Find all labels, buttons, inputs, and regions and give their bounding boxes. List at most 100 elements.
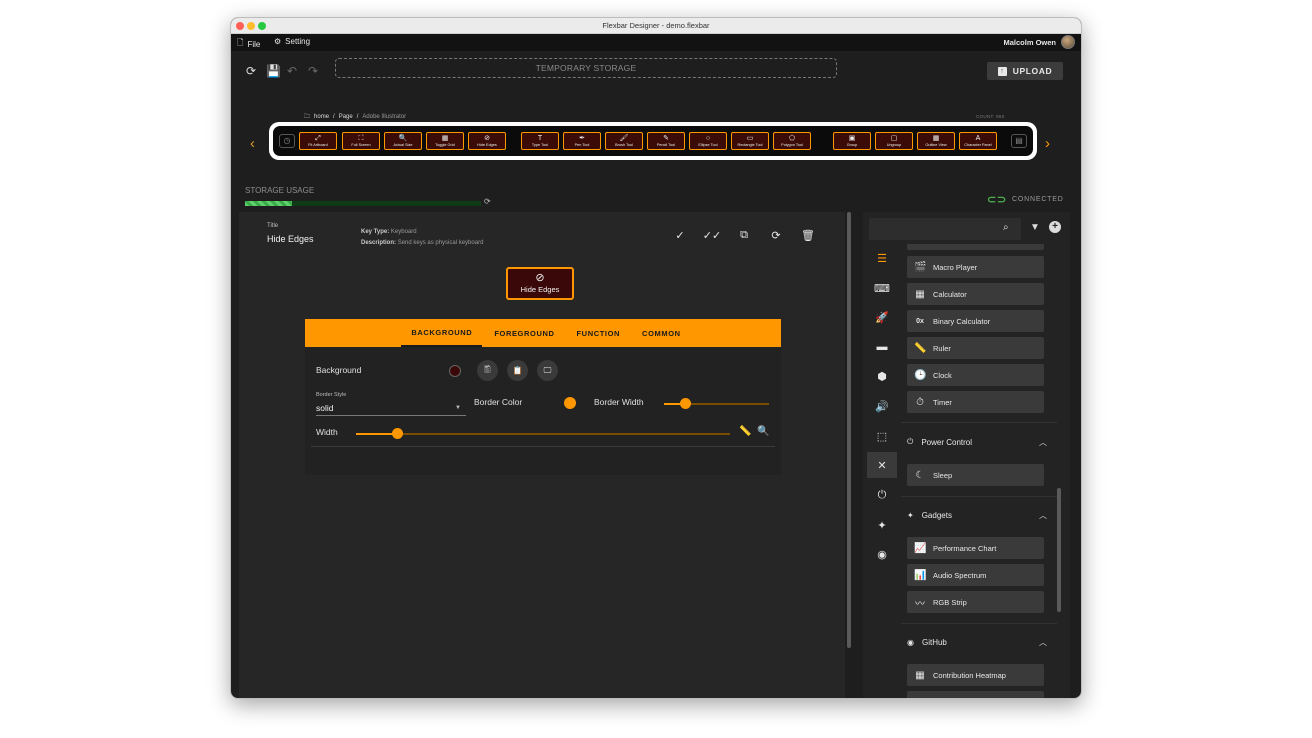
strip-key[interactable]: 🔍 Actual Size — [384, 132, 422, 150]
menu-setting[interactable]: ⚙ Setting — [274, 37, 310, 46]
select-underline — [316, 415, 466, 416]
strip-key[interactable]: T Type Tool — [521, 132, 559, 150]
strip-key[interactable]: 🖌 Brush Tool — [605, 132, 643, 150]
border-width-slider[interactable] — [680, 398, 691, 409]
tab-function[interactable]: FUNCTION — [567, 319, 631, 347]
filter-icon[interactable]: ▼ — [1030, 222, 1040, 233]
strip-key[interactable]: ▦ Outline View — [917, 132, 955, 150]
key-icon: ▣ — [848, 135, 856, 142]
page-key[interactable]: ▤ — [1011, 134, 1027, 148]
save-icon[interactable]: 💾 — [266, 64, 281, 78]
widget-rgb-strip[interactable]: 〰 RGB Strip — [907, 591, 1044, 613]
back-key[interactable]: ◷ — [279, 134, 295, 148]
widget-sleep[interactable]: ☾ Sleep — [907, 464, 1044, 486]
tab-foreground[interactable]: FOREGROUND — [484, 319, 564, 347]
group-power-control[interactable]: ⏻ Power Control ︿ — [907, 433, 1047, 451]
category-tools-icon[interactable]: ✕ — [867, 452, 897, 478]
widget-ruler[interactable]: 📏 Ruler — [907, 337, 1044, 359]
widget-macro-player[interactable]: 🎬 Macro Player — [907, 256, 1044, 278]
background-color-picker[interactable] — [449, 365, 461, 377]
widget-timer[interactable]: ⏱ Timer — [907, 391, 1044, 413]
chevron-down-icon[interactable]: ▼ — [455, 405, 461, 411]
strip-key[interactable]: ✒ Pen Tool — [563, 132, 601, 150]
strip-key[interactable]: ⊘ Hide Edges — [468, 132, 506, 150]
reset-icon[interactable]: ⟳ — [765, 224, 787, 246]
key-preview-label: Hide Edges — [520, 285, 560, 294]
strip-key[interactable]: A Character Panel — [959, 132, 997, 150]
widget-partial — [907, 691, 1044, 698]
chevron-up-icon[interactable]: ︿ — [1039, 437, 1047, 448]
category-launch-icon[interactable]: 🚀 — [867, 304, 897, 330]
strip-key[interactable]: ▭ Rectangle Tool — [731, 132, 769, 150]
strip-key[interactable]: ⤢ Fit Artboard — [299, 132, 337, 150]
refresh-icon[interactable]: ⟳ — [246, 64, 256, 78]
widget-binary-calculator[interactable]: 0x Binary Calculator — [907, 310, 1044, 332]
add-icon[interactable]: + — [1049, 221, 1061, 233]
key-icon: ⛶ — [358, 135, 364, 142]
strip-key[interactable]: ⬠ Polygon Tool — [773, 132, 811, 150]
chevron-up-icon[interactable]: ︿ — [1039, 510, 1047, 521]
widget-contribution-heatmap[interactable]: ▦ Contribution Heatmap — [907, 664, 1044, 686]
search-icon[interactable]: ⌕ — [1003, 222, 1009, 233]
copy-icon[interactable]: ⧉ — [733, 224, 755, 246]
user-menu[interactable]: Malcolm Owen — [1003, 35, 1075, 49]
check-icon[interactable]: ✓ — [669, 224, 691, 246]
tab-common[interactable]: COMMON — [632, 319, 691, 347]
breadcrumb-home[interactable]: home — [314, 114, 329, 120]
search-input[interactable] — [869, 218, 1021, 240]
widget-performance-chart[interactable]: 📈 Performance Chart — [907, 537, 1044, 559]
chevron-right-icon[interactable]: › — [1045, 135, 1050, 152]
border-color-picker[interactable] — [564, 397, 576, 409]
strip-key[interactable]: ○ Ellipse Tool — [689, 132, 727, 150]
ruler-icon[interactable]: 📏 — [739, 426, 751, 437]
clipboard-icon[interactable]: 📋 — [507, 360, 528, 381]
category-selection-icon[interactable]: ⬚ — [867, 423, 897, 449]
group-gadgets[interactable]: ✦ Gadgets ︿ — [907, 506, 1047, 524]
upload-button[interactable]: ↑ UPLOAD — [987, 62, 1063, 80]
chevron-left-icon[interactable]: ‹ — [250, 135, 255, 152]
width-track — [356, 433, 730, 435]
widget-calculator[interactable]: ▦ Calculator — [907, 283, 1044, 305]
widget-audio-spectrum[interactable]: 📊 Audio Spectrum — [907, 564, 1044, 586]
temporary-storage-dropzone[interactable]: TEMPORARY STORAGE — [335, 58, 837, 78]
image-file-icon[interactable]: 🖺 — [477, 360, 498, 381]
strip-key[interactable]: ⛶ Full Screen — [342, 132, 380, 150]
category-folder-icon[interactable]: ▬ — [867, 334, 897, 360]
key-icon: ▦ — [441, 135, 449, 142]
strip-key[interactable]: ▣ Group — [833, 132, 871, 150]
tab-background[interactable]: BACKGROUND — [401, 319, 483, 347]
key-preview[interactable]: ⊘ Hide Edges — [506, 267, 574, 300]
strip-key[interactable]: ▦ Toggle Grid — [426, 132, 464, 150]
library-scrollbar[interactable] — [1057, 488, 1061, 612]
menu-file[interactable]: 🗋 File — [237, 37, 260, 51]
key-count: COUNT: 850 — [976, 114, 1005, 119]
key-icon: ▭ — [746, 135, 754, 142]
border-style-select[interactable]: solid — [316, 403, 333, 413]
category-cube-icon[interactable]: ⬢ — [867, 363, 897, 389]
key-label: Rectangle Tool — [737, 143, 763, 147]
redo-icon[interactable]: ↷ — [308, 64, 318, 78]
strip-key[interactable]: ▢ Ungroup — [875, 132, 913, 150]
screen-icon[interactable]: 🖵 — [537, 360, 558, 381]
breadcrumb-page[interactable]: Page — [339, 114, 353, 120]
category-keyboard-icon[interactable]: ⌨ — [867, 275, 897, 301]
device-section: ⟳ 💾 ↶ ↷ TEMPORARY STORAGE ↑ UPLOAD 🗀 hom… — [231, 51, 1081, 216]
key-title[interactable]: Hide Edges — [267, 234, 314, 244]
category-github-icon[interactable]: ◉ — [867, 541, 897, 567]
group-github[interactable]: ◉ GitHub ︿ — [907, 633, 1047, 651]
sparkle-icon: ✦ — [907, 510, 914, 520]
editor-scrollbar[interactable] — [847, 212, 851, 648]
category-layers-icon[interactable]: ☰ — [867, 245, 897, 271]
chevron-up-icon[interactable]: ︿ — [1039, 637, 1047, 648]
double-check-icon[interactable]: ✓✓ — [701, 224, 723, 246]
category-gadgets-icon[interactable]: ✦ — [867, 512, 897, 538]
zoom-icon[interactable]: 🔍 — [757, 426, 769, 437]
delete-icon[interactable]: 🗑 — [797, 224, 819, 246]
undo-icon[interactable]: ↶ — [287, 64, 297, 78]
category-power-icon[interactable]: ⏻ — [867, 482, 897, 508]
width-slider[interactable] — [392, 428, 404, 439]
category-volume-icon[interactable]: 🔊 — [867, 393, 897, 419]
strip-key[interactable]: ✎ Pencil Tool — [647, 132, 685, 150]
refresh-storage-icon[interactable]: ⟳ — [484, 197, 491, 206]
widget-clock[interactable]: 🕒 Clock — [907, 364, 1044, 386]
